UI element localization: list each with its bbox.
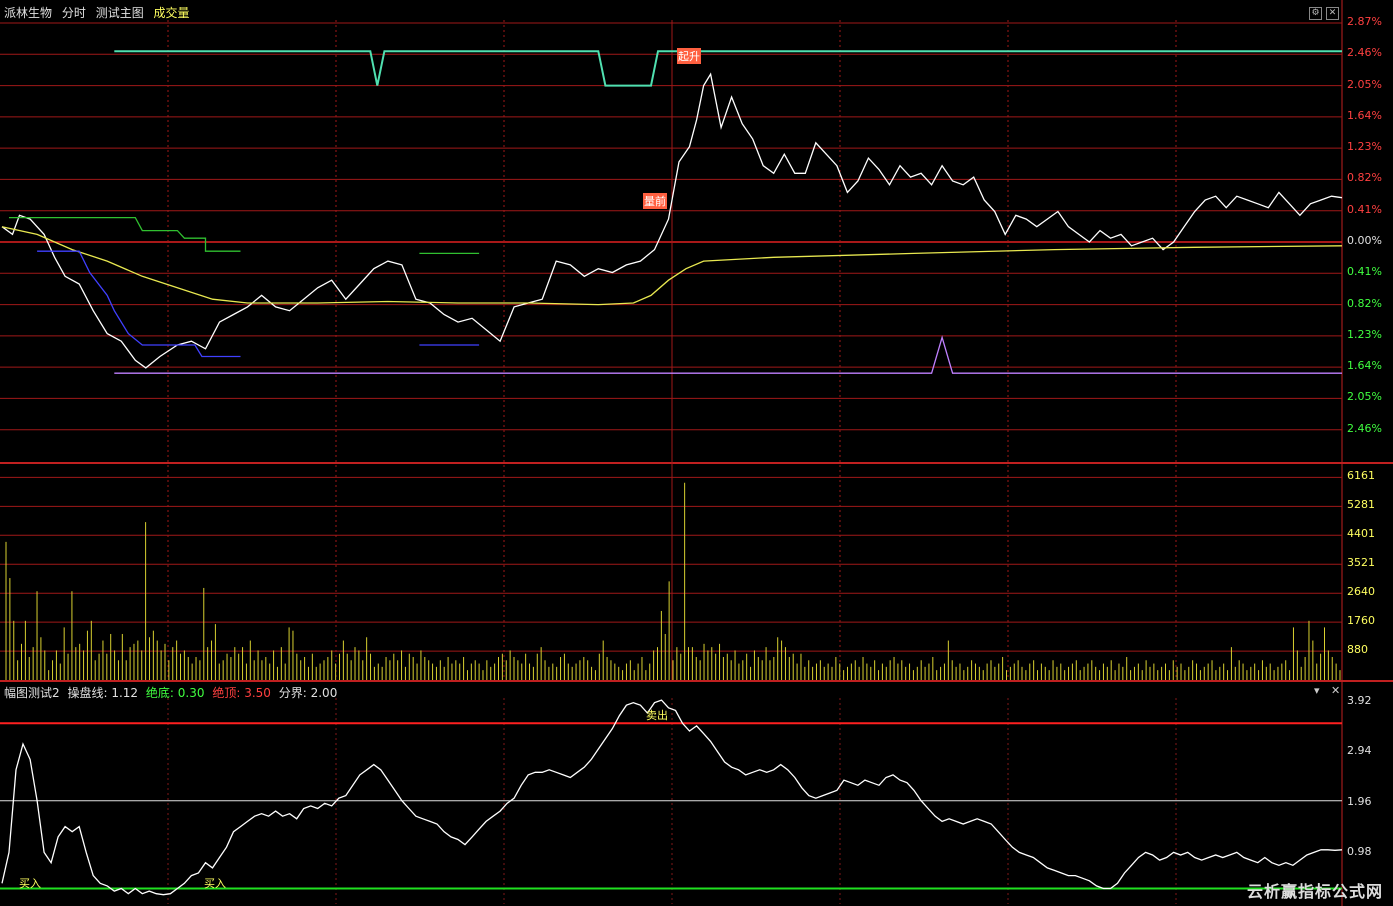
indicator-tick-label: 2.94 [1347, 744, 1372, 758]
stock-name[interactable]: 派林生物 [4, 6, 52, 20]
top-label: 绝顶: [212, 686, 241, 700]
takeoff-tag: 起升 [677, 48, 701, 64]
volume-tick-label: 4401 [1347, 527, 1375, 541]
top-value: 3.50 [244, 686, 271, 700]
buy-tag-1: 买入 [19, 877, 41, 890]
price-tick-label: 0.00% [1347, 234, 1382, 247]
indicator-name[interactable]: 幅图测试2 [4, 686, 60, 700]
operation-line-label: 操盘线: [67, 686, 108, 700]
indicator-header: 幅图测试2 操盘线: 1.12 绝底: 0.30 绝顶: 3.50 分界: 2.… [4, 684, 341, 701]
price-tick-label: 2.87% [1347, 15, 1382, 28]
sub-chart-name[interactable]: 成交量 [154, 6, 190, 20]
price-tick-label: 0.41% [1347, 202, 1382, 216]
sell-tag: 卖出 [646, 709, 668, 722]
indicator-tick-label: 1.96 [1347, 794, 1372, 808]
gear-icon[interactable]: ⚙ [1309, 7, 1322, 20]
price-tick-label: 2.46% [1347, 421, 1382, 435]
price-tick-label: 2.46% [1347, 46, 1382, 60]
chart-header: 派林生物 分时 测试主图 成交量 [4, 4, 196, 20]
close-icon[interactable]: ✕ [1326, 7, 1339, 20]
main-chart-name[interactable]: 测试主图 [96, 6, 144, 20]
price-tick-label: 0.82% [1347, 296, 1382, 310]
indicator-tick-label: 0.98 [1347, 845, 1372, 859]
volume-tick-label: 2640 [1347, 585, 1375, 599]
price-tick-label: 2.05% [1347, 77, 1382, 91]
chart-area[interactable] [0, 0, 1393, 906]
volume-lead-tag: 量前 [643, 193, 667, 209]
operation-line-value: 1.12 [111, 686, 139, 700]
price-tick-label: 0.82% [1347, 171, 1382, 185]
divider-value: 2.00 [310, 686, 338, 700]
period-label[interactable]: 分时 [62, 6, 86, 20]
price-tick-label: 1.64% [1347, 108, 1382, 122]
indicator-tick-label: 3.92 [1347, 693, 1372, 707]
close-icon[interactable]: ✕ [1331, 684, 1340, 697]
watermark: 云析赢指标公式网 [1246, 882, 1383, 901]
price-tick-label: 1.64% [1347, 359, 1382, 373]
series-upper-level [114, 50, 1342, 87]
volume-tick-label: 3521 [1347, 556, 1375, 570]
volume-tick-label: 1760 [1347, 614, 1375, 628]
bottom-value: 0.30 [177, 686, 205, 700]
divider-label: 分界: [278, 686, 307, 700]
volume-tick-label: 880 [1347, 643, 1368, 657]
price-tick-label: 1.23% [1347, 327, 1382, 341]
price-tick-label: 0.41% [1347, 265, 1382, 279]
price-tick-label: 2.05% [1347, 390, 1382, 404]
series-lower-level [114, 335, 1342, 374]
chevron-down-icon[interactable]: ▾ [1314, 684, 1320, 697]
volume-tick-label: 6161 [1347, 469, 1375, 483]
price-tick-label: 1.23% [1347, 140, 1382, 154]
buy-tag-2: 买入 [204, 877, 226, 890]
bottom-label: 绝底: [145, 686, 174, 700]
volume-tick-label: 5281 [1347, 498, 1375, 512]
